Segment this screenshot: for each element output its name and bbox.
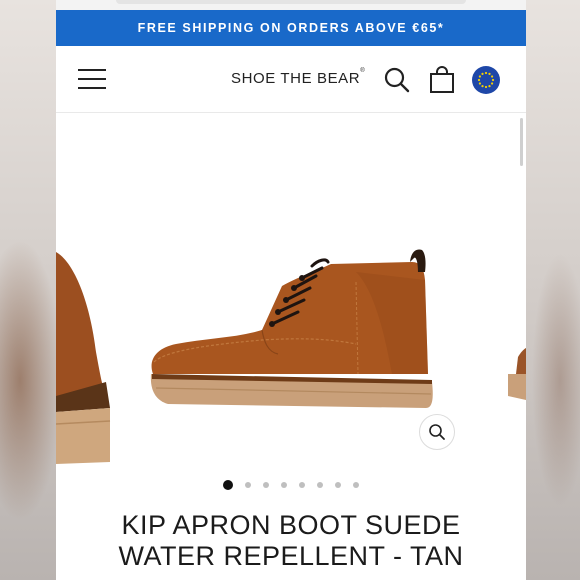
main-boot — [150, 249, 433, 408]
pagination-dot[interactable] — [263, 482, 269, 488]
brand-logo[interactable]: SHOE THE BEAR® — [231, 68, 366, 87]
gallery-pagination — [56, 480, 526, 490]
promo-banner[interactable]: FREE SHIPPING ON ORDERS ABOVE €65* — [56, 10, 526, 46]
brand-name: SHOE THE BEAR — [231, 70, 361, 87]
browser-top-edge — [56, 0, 526, 10]
pagination-dot[interactable] — [281, 482, 287, 488]
product-title-line-2: WATER REPELLENT - TAN — [118, 541, 464, 571]
product-title-line-1: KIP APRON BOOT SUEDE — [121, 510, 461, 540]
bag-icon[interactable] — [428, 66, 456, 94]
previous-slide-boot — [56, 252, 111, 464]
menu-icon[interactable] — [78, 68, 106, 90]
pagination-dot[interactable] — [353, 482, 359, 488]
mobile-screen: FREE SHIPPING ON ORDERS ABOVE €65* SHOE … — [56, 0, 526, 580]
next-slide-boot — [508, 348, 526, 400]
pagination-dot[interactable] — [245, 482, 251, 488]
pagination-dot[interactable] — [299, 482, 305, 488]
eu-flag-icon[interactable] — [472, 66, 500, 94]
product-image — [56, 249, 526, 464]
magnifier-icon — [429, 424, 445, 440]
product-title: KIP APRON BOOT SUEDE WATER REPELLENT - T… — [56, 510, 526, 572]
product-gallery[interactable] — [56, 112, 526, 472]
promo-text: FREE SHIPPING ON ORDERS ABOVE €65* — [137, 21, 445, 35]
pagination-dot[interactable] — [335, 482, 341, 488]
pagination-dot[interactable] — [223, 480, 233, 490]
search-icon[interactable] — [383, 66, 411, 94]
site-header: SHOE THE BEAR® — [56, 46, 526, 113]
pagination-dot[interactable] — [317, 482, 323, 488]
brand-registered-mark: ® — [360, 68, 366, 74]
zoom-button[interactable] — [419, 414, 455, 450]
